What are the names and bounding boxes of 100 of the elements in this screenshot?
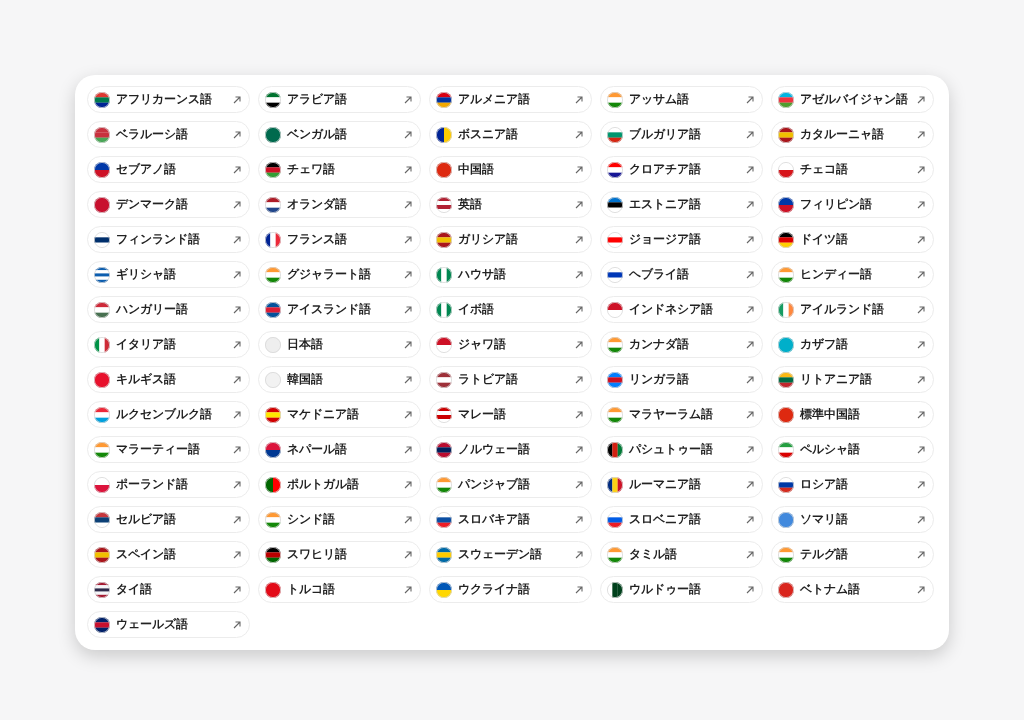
language-link[interactable]: 中国語 [429, 156, 592, 183]
language-link[interactable]: イタリア語 [87, 331, 250, 358]
language-link[interactable]: 標準中国語 [771, 401, 934, 428]
language-link[interactable]: フランス語 [258, 226, 421, 253]
language-link[interactable]: ネパール語 [258, 436, 421, 463]
language-link[interactable]: リンガラ語 [600, 366, 763, 393]
language-link[interactable]: ウルドゥー語 [600, 576, 763, 603]
language-link[interactable]: インドネシア語 [600, 296, 763, 323]
flag-icon [607, 91, 623, 108]
language-link[interactable]: ベラルーシ語 [87, 121, 250, 148]
language-link[interactable]: チェコ語 [771, 156, 934, 183]
language-link[interactable]: マケドニア語 [258, 401, 421, 428]
flag-icon [265, 301, 281, 318]
language-link[interactable]: ブルガリア語 [600, 121, 763, 148]
language-link[interactable]: ベトナム語 [771, 576, 934, 603]
language-link[interactable]: アフリカーンス語 [87, 86, 250, 113]
language-link[interactable]: ウクライナ語 [429, 576, 592, 603]
language-link[interactable]: スロバキア語 [429, 506, 592, 533]
arrow-icon [233, 305, 241, 314]
flag-icon [94, 441, 110, 458]
language-link[interactable]: ウェールズ語 [87, 611, 250, 638]
language-link[interactable]: ソマリ語 [771, 506, 934, 533]
arrow-icon [404, 410, 412, 419]
language-link[interactable]: スウェーデン語 [429, 541, 592, 568]
language-link[interactable]: シンド語 [258, 506, 421, 533]
language-link[interactable]: ギリシャ語 [87, 261, 250, 288]
arrow-icon [575, 340, 583, 349]
language-link[interactable]: ペルシャ語 [771, 436, 934, 463]
language-link[interactable]: アゼルバイジャン語 [771, 86, 934, 113]
language-link[interactable]: マレー語 [429, 401, 592, 428]
language-link[interactable]: ルーマニア語 [600, 471, 763, 498]
language-link[interactable]: スペイン語 [87, 541, 250, 568]
arrow-icon [575, 270, 583, 279]
arrow-icon [746, 305, 754, 314]
language-link[interactable]: テルグ語 [771, 541, 934, 568]
flag-icon [265, 231, 281, 248]
flag-icon [265, 406, 281, 423]
language-link[interactable]: マラーティー語 [87, 436, 250, 463]
flag-icon [607, 511, 623, 528]
language-link[interactable]: キルギス語 [87, 366, 250, 393]
language-link[interactable]: チェワ語 [258, 156, 421, 183]
language-link[interactable]: カンナダ語 [600, 331, 763, 358]
language-link[interactable]: カタルーニャ語 [771, 121, 934, 148]
language-link[interactable]: ルクセンブルク語 [87, 401, 250, 428]
language-link[interactable]: ボスニア語 [429, 121, 592, 148]
language-link[interactable]: スワヒリ語 [258, 541, 421, 568]
arrow-icon [746, 235, 754, 244]
language-link[interactable]: ロシア語 [771, 471, 934, 498]
language-link[interactable]: ジョージア語 [600, 226, 763, 253]
arrow-icon [233, 200, 241, 209]
language-link[interactable]: カザフ語 [771, 331, 934, 358]
language-link[interactable]: フィンランド語 [87, 226, 250, 253]
language-link[interactable]: ポーランド語 [87, 471, 250, 498]
language-link[interactable]: ベンガル語 [258, 121, 421, 148]
language-link[interactable]: デンマーク語 [87, 191, 250, 218]
arrow-icon [917, 550, 925, 559]
language-link[interactable]: ハンガリー語 [87, 296, 250, 323]
language-link[interactable]: リトアニア語 [771, 366, 934, 393]
language-link[interactable]: グジャラート語 [258, 261, 421, 288]
arrow-icon [746, 130, 754, 139]
language-link[interactable]: オランダ語 [258, 191, 421, 218]
flag-icon [607, 371, 623, 388]
language-link[interactable]: 韓国語 [258, 366, 421, 393]
language-link[interactable]: パンジャブ語 [429, 471, 592, 498]
language-link[interactable]: アルメニア語 [429, 86, 592, 113]
language-link[interactable]: ポルトガル語 [258, 471, 421, 498]
language-link[interactable]: フィリピン語 [771, 191, 934, 218]
flag-icon [436, 371, 452, 388]
language-link[interactable]: ラトビア語 [429, 366, 592, 393]
flag-icon [436, 406, 452, 423]
language-link[interactable]: 日本語 [258, 331, 421, 358]
language-link[interactable]: ドイツ語 [771, 226, 934, 253]
language-link[interactable]: セルビア語 [87, 506, 250, 533]
language-link[interactable]: タイ語 [87, 576, 250, 603]
arrow-icon [575, 130, 583, 139]
language-link[interactable]: アラビア語 [258, 86, 421, 113]
language-link[interactable]: マラヤーラム語 [600, 401, 763, 428]
language-link[interactable]: ヘブライ語 [600, 261, 763, 288]
language-link[interactable]: ジャワ語 [429, 331, 592, 358]
arrow-icon [917, 235, 925, 244]
flag-icon [778, 196, 794, 213]
language-link[interactable]: ヒンディー語 [771, 261, 934, 288]
language-link[interactable]: エストニア語 [600, 191, 763, 218]
flag-icon [778, 161, 794, 178]
language-link[interactable]: アイルランド語 [771, 296, 934, 323]
flag-icon [265, 91, 281, 108]
language-link[interactable]: パシュトゥー語 [600, 436, 763, 463]
language-link[interactable]: アッサム語 [600, 86, 763, 113]
language-link[interactable]: セブアノ語 [87, 156, 250, 183]
language-link[interactable]: ノルウェー語 [429, 436, 592, 463]
language-link[interactable]: アイスランド語 [258, 296, 421, 323]
language-link[interactable]: ガリシア語 [429, 226, 592, 253]
arrow-icon [746, 270, 754, 279]
language-link[interactable]: タミル語 [600, 541, 763, 568]
language-link[interactable]: イボ語 [429, 296, 592, 323]
language-link[interactable]: ハウサ語 [429, 261, 592, 288]
language-link[interactable]: スロベニア語 [600, 506, 763, 533]
language-link[interactable]: トルコ語 [258, 576, 421, 603]
language-link[interactable]: 英語 [429, 191, 592, 218]
language-link[interactable]: クロアチア語 [600, 156, 763, 183]
